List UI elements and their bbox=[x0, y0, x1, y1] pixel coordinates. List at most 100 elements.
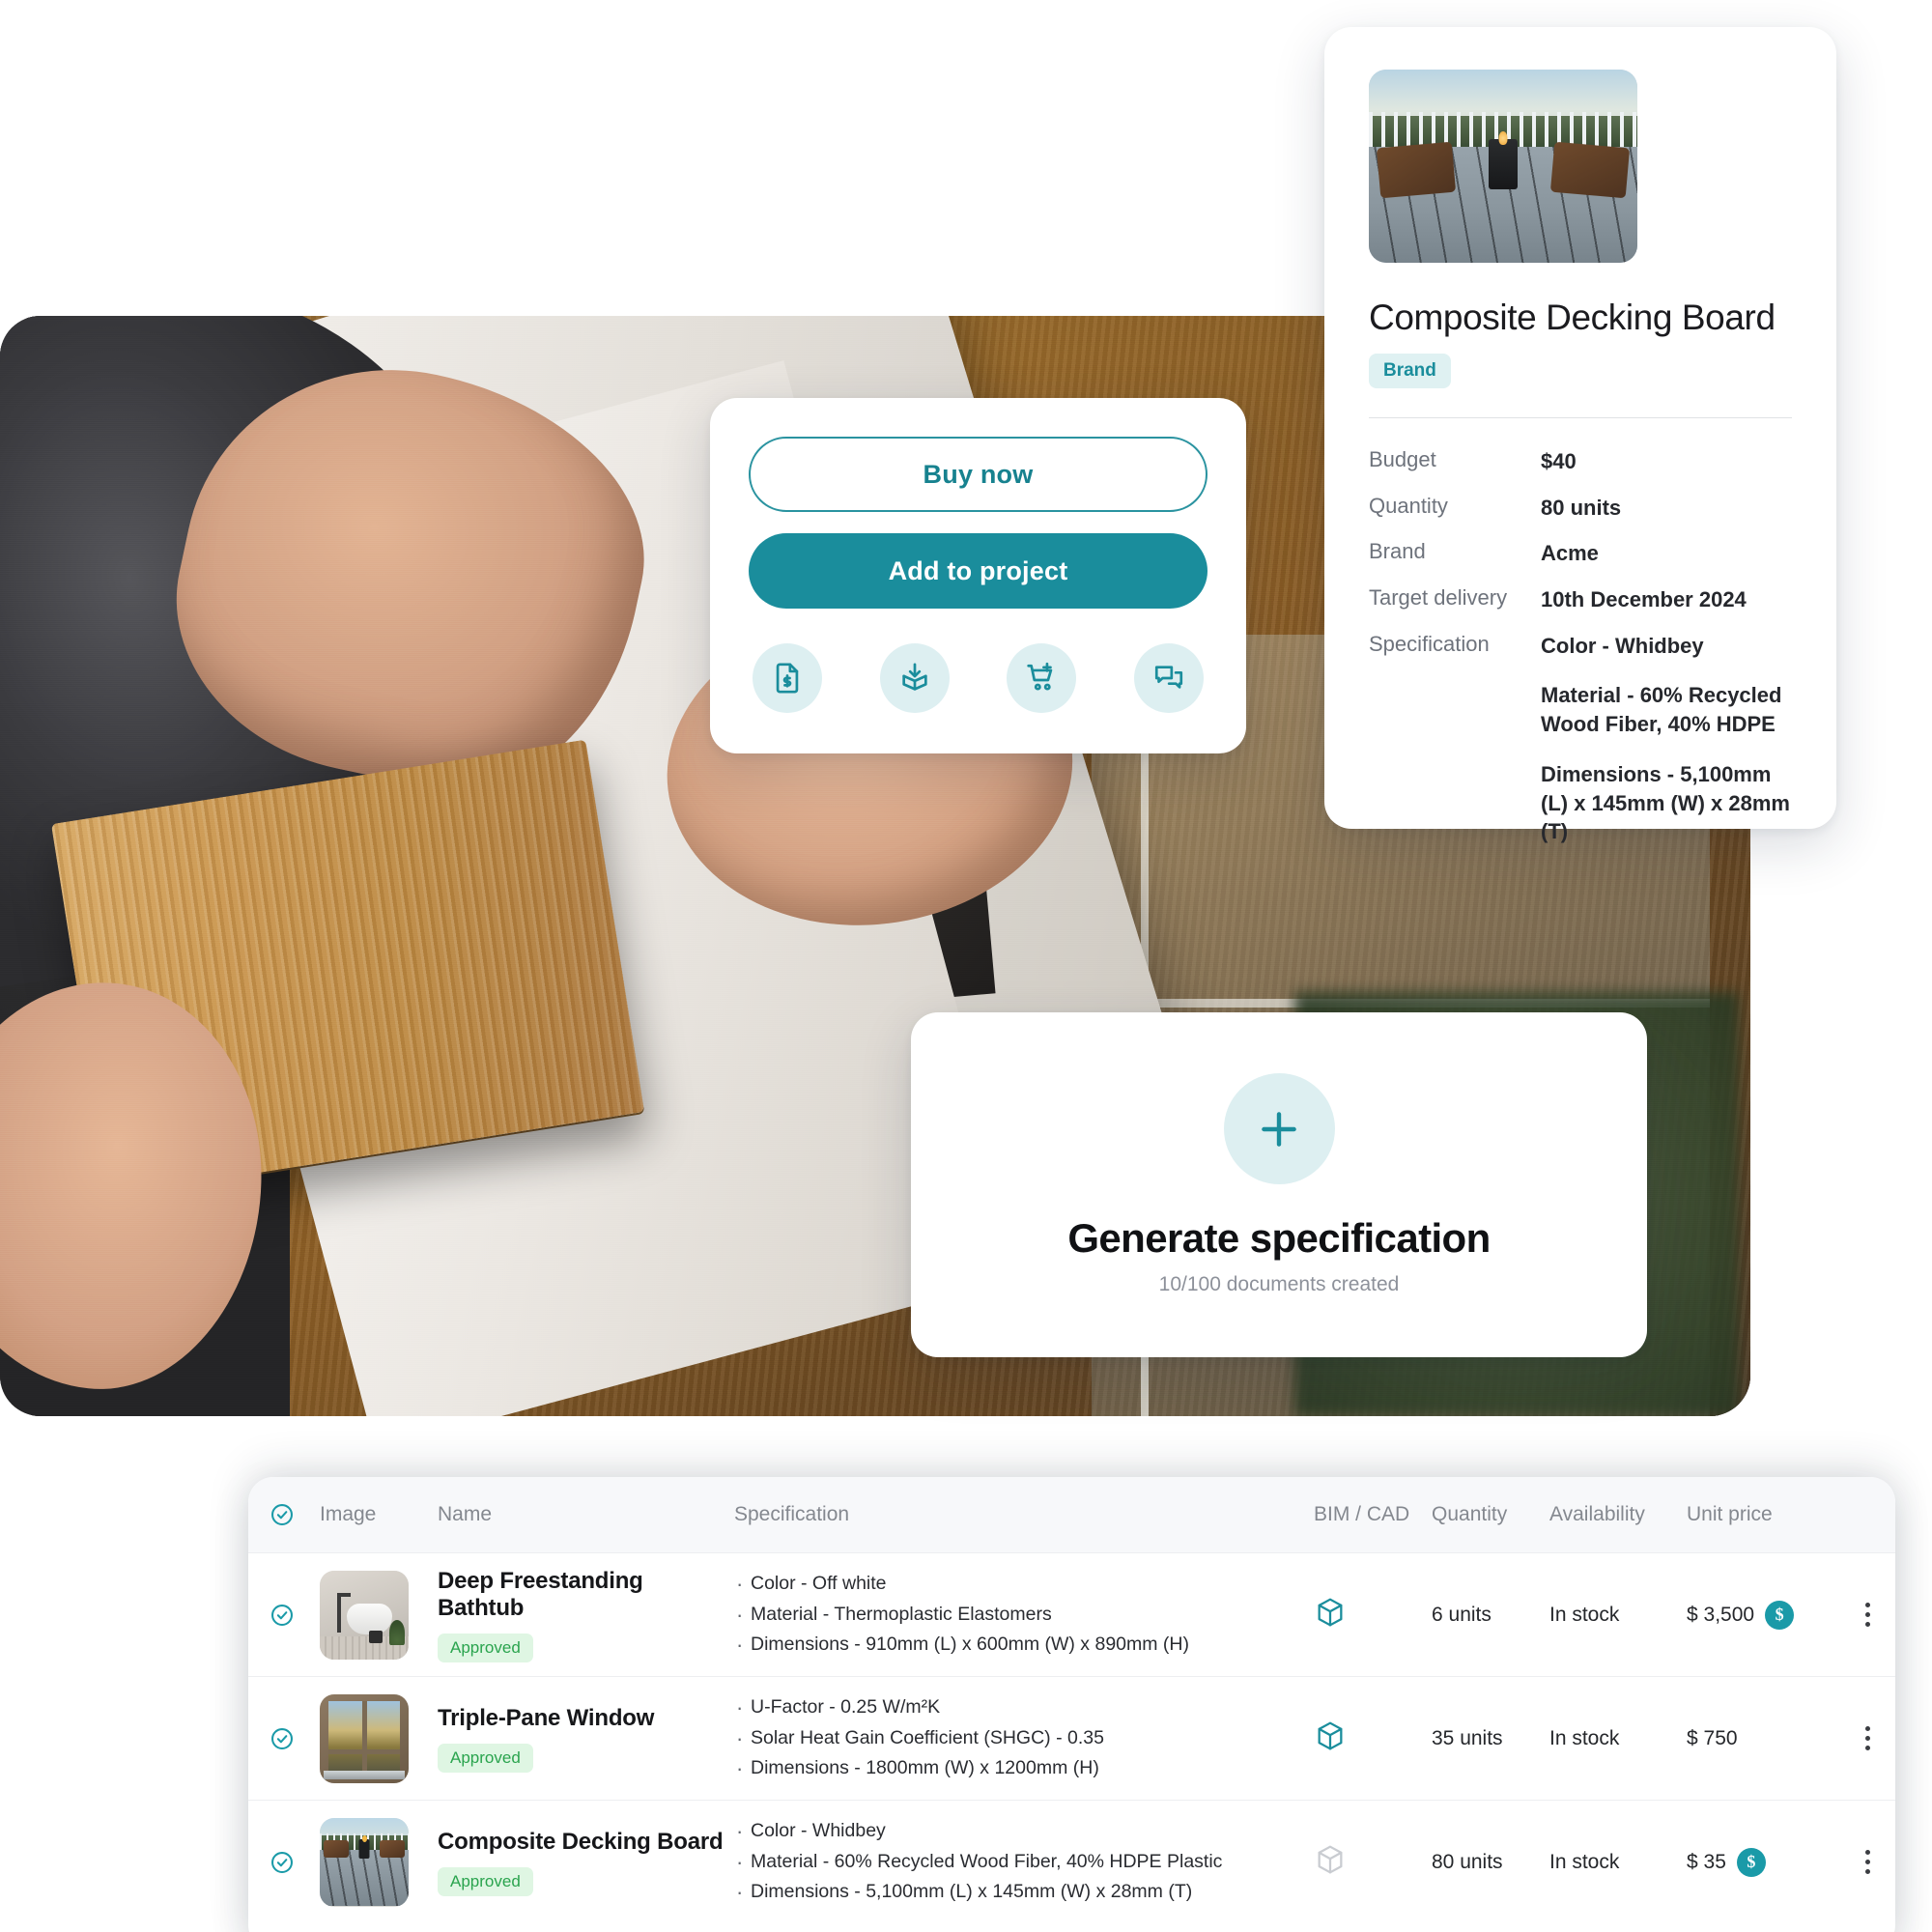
row-image bbox=[320, 1817, 438, 1907]
screenshot-root: Buy now Add to project Composite Decking… bbox=[0, 0, 1932, 1932]
spec-item: Color - Whidbey bbox=[734, 1814, 1314, 1848]
select-all-checkbox[interactable] bbox=[270, 1502, 320, 1527]
row-quantity: 35 units bbox=[1432, 1726, 1503, 1749]
thumb-lantern bbox=[1489, 139, 1518, 189]
column-header-bim-cad: BIM / CAD bbox=[1314, 1503, 1410, 1525]
row-checkbox[interactable] bbox=[270, 1603, 320, 1628]
product-fields: Budget $40 Quantity 80 units Brand Acme … bbox=[1369, 447, 1792, 660]
product-extra-specs: Material - 60% Recycled Wood Fiber, 40% … bbox=[1369, 681, 1792, 738]
documents-created-count: 10/100 documents created bbox=[1158, 1273, 1400, 1295]
row-availability: In stock bbox=[1549, 1603, 1620, 1626]
field-value-budget: $40 bbox=[1541, 449, 1577, 473]
row-unit-price: $ 3,500 $ bbox=[1687, 1600, 1822, 1630]
thumb-lounger-left bbox=[1376, 141, 1457, 199]
table-header-row: Image Name Specification BIM / CAD Quant… bbox=[248, 1477, 1895, 1552]
product-name: Deep Freestanding Bathtub bbox=[438, 1567, 643, 1621]
spec-item: U-Factor - 0.25 W/m²K bbox=[734, 1690, 1314, 1724]
column-header-availability: Availability bbox=[1549, 1503, 1645, 1525]
buy-now-button[interactable]: Buy now bbox=[749, 437, 1208, 512]
product-name: Composite Decking Board bbox=[438, 1828, 724, 1855]
kebab-menu-icon[interactable] bbox=[1860, 1720, 1876, 1756]
row-availability: In stock bbox=[1549, 1726, 1620, 1749]
row-menu[interactable] bbox=[1822, 1844, 1876, 1880]
row-name-cell: Deep Freestanding Bathtub Approved bbox=[438, 1568, 734, 1662]
field-label-brand: Brand bbox=[1369, 539, 1426, 564]
unit-price-value: $ 750 bbox=[1687, 1726, 1738, 1749]
row-image bbox=[320, 1693, 438, 1783]
row-name-cell: Triple-Pane Window Approved bbox=[438, 1705, 734, 1773]
generate-specification-card[interactable]: Generate specification 10/100 documents … bbox=[911, 1012, 1647, 1357]
messages-icon[interactable] bbox=[1133, 643, 1204, 713]
product-name: Triple-Pane Window bbox=[438, 1704, 655, 1731]
field-label-quantity: Quantity bbox=[1369, 493, 1448, 518]
plus-icon[interactable] bbox=[1223, 1073, 1335, 1184]
window-thumbnail bbox=[320, 1693, 409, 1783]
price-dollar-badge-icon: $ bbox=[1765, 1600, 1795, 1630]
download-bim-icon[interactable] bbox=[879, 643, 950, 713]
product-title: Composite Decking Board bbox=[1369, 298, 1776, 337]
spec-item: Dimensions - 1800mm (W) x 1200mm (H) bbox=[734, 1751, 1314, 1785]
row-quantity: 6 units bbox=[1432, 1603, 1492, 1626]
unit-price-value: $ 3,500 bbox=[1687, 1603, 1755, 1626]
column-header-specification: Specification bbox=[734, 1503, 850, 1525]
row-checkbox[interactable] bbox=[270, 1850, 320, 1875]
field-value-specification: Color - Whidbey bbox=[1541, 633, 1704, 658]
row-checkbox[interactable] bbox=[270, 1726, 320, 1751]
row-specification: Color - Off white Material - Thermoplast… bbox=[734, 1567, 1314, 1662]
field-value-target-delivery: 10th December 2024 bbox=[1541, 587, 1747, 612]
bathtub-thumbnail bbox=[320, 1570, 409, 1660]
table-row[interactable]: Triple-Pane Window Approved U-Factor - 0… bbox=[248, 1676, 1895, 1800]
decking-thumbnail bbox=[320, 1817, 409, 1907]
thumb-lounger-right bbox=[1549, 141, 1631, 199]
column-header-quantity: Quantity bbox=[1432, 1503, 1508, 1525]
field-value-dimensions: Dimensions - 5,100mm (L) x 145mm (W) x 2… bbox=[1541, 761, 1790, 844]
bim-cad-icon[interactable] bbox=[1314, 1719, 1432, 1757]
add-to-project-button[interactable]: Add to project bbox=[749, 533, 1208, 609]
column-header-unit-price: Unit price bbox=[1687, 1503, 1773, 1525]
row-unit-price: $ 750 bbox=[1687, 1727, 1822, 1750]
status-badge: Approved bbox=[438, 1633, 533, 1662]
table-row[interactable]: Deep Freestanding Bathtub Approved Color… bbox=[248, 1552, 1895, 1676]
add-to-cart-icon[interactable] bbox=[1007, 643, 1077, 713]
kebab-menu-icon[interactable] bbox=[1860, 1597, 1876, 1633]
row-menu[interactable] bbox=[1822, 1597, 1876, 1633]
status-badge: Approved bbox=[438, 1743, 533, 1773]
product-detail-card: Composite Decking Board Brand Budget $40… bbox=[1324, 27, 1836, 843]
bim-cad-icon-disabled bbox=[1314, 1843, 1432, 1881]
product-extra-specs-2: Dimensions - 5,100mm (L) x 145mm (W) x 2… bbox=[1369, 760, 1792, 846]
field-value-brand: Acme bbox=[1541, 541, 1599, 566]
column-header-name: Name bbox=[438, 1503, 493, 1525]
row-name-cell: Composite Decking Board Approved bbox=[438, 1829, 734, 1896]
field-label-target-delivery: Target delivery bbox=[1369, 585, 1508, 611]
table-row[interactable]: Composite Decking Board Approved Color -… bbox=[248, 1800, 1895, 1923]
row-specification: U-Factor - 0.25 W/m²K Solar Heat Gain Co… bbox=[734, 1690, 1314, 1785]
detail-divider bbox=[1369, 417, 1792, 418]
products-table: Image Name Specification BIM / CAD Quant… bbox=[248, 1477, 1895, 1932]
status-badge: Approved bbox=[438, 1866, 533, 1896]
field-label-budget: Budget bbox=[1369, 447, 1436, 471]
spec-item: Solar Heat Gain Coefficient (SHGC) - 0.3… bbox=[734, 1721, 1314, 1755]
spec-item: Dimensions - 5,100mm (L) x 145mm (W) x 2… bbox=[734, 1875, 1314, 1909]
price-dollar-badge-icon: $ bbox=[1736, 1847, 1766, 1877]
unit-price-value: $ 35 bbox=[1687, 1850, 1726, 1873]
spec-item: Material - Thermoplastic Elastomers bbox=[734, 1598, 1314, 1632]
quick-action-icon-row bbox=[749, 643, 1208, 713]
row-menu[interactable] bbox=[1822, 1720, 1876, 1756]
row-availability: In stock bbox=[1549, 1850, 1620, 1873]
column-header-image: Image bbox=[320, 1503, 377, 1525]
field-value-quantity: 80 units bbox=[1541, 495, 1622, 520]
row-quantity: 80 units bbox=[1432, 1850, 1503, 1873]
product-thumbnail bbox=[1369, 70, 1637, 263]
spec-item: Dimensions - 910mm (L) x 600mm (W) x 890… bbox=[734, 1628, 1314, 1662]
kebab-menu-icon[interactable] bbox=[1860, 1844, 1876, 1880]
spec-item: Material - 60% Recycled Wood Fiber, 40% … bbox=[734, 1845, 1314, 1879]
brand-tag: Brand bbox=[1369, 354, 1451, 388]
row-specification: Color - Whidbey Material - 60% Recycled … bbox=[734, 1814, 1314, 1909]
generate-specification-title: Generate specification bbox=[1067, 1215, 1491, 1261]
row-image bbox=[320, 1570, 438, 1660]
row-unit-price: $ 35 $ bbox=[1687, 1847, 1822, 1877]
bim-cad-icon[interactable] bbox=[1314, 1596, 1432, 1634]
quote-document-icon[interactable] bbox=[753, 643, 822, 713]
field-value-material: Material - 60% Recycled Wood Fiber, 40% … bbox=[1541, 683, 1782, 737]
field-label-specification: Specification bbox=[1369, 631, 1490, 656]
